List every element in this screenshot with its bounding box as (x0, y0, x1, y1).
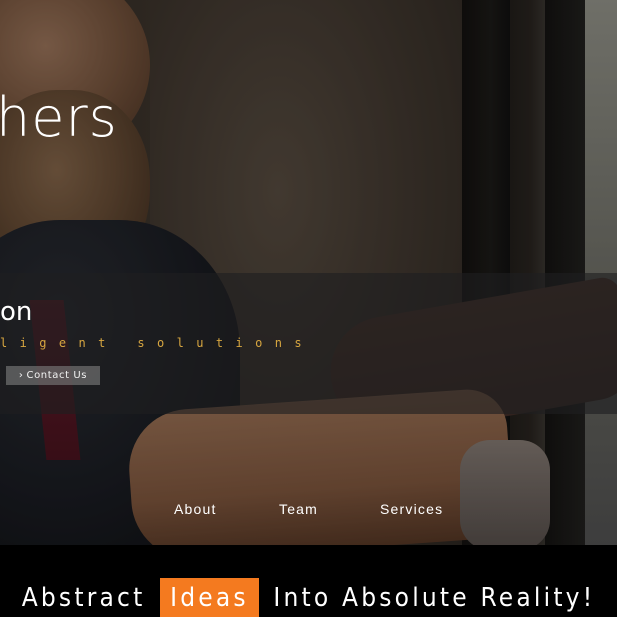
hero-tagline: ligent solutions (0, 336, 314, 350)
hero-title: on (0, 297, 33, 327)
nav-link-about[interactable]: About (174, 500, 217, 518)
slogan-heading: Abstract Ideas Into Absolute Reality! (0, 578, 617, 617)
contact-us-button[interactable]: › Contact Us (6, 366, 100, 385)
slogan-after: Into Absolute Reality! (273, 583, 596, 613)
contact-us-label: Contact Us (26, 370, 88, 381)
chevron-right-icon: › (18, 370, 24, 381)
slogan-before: Abstract (21, 583, 146, 613)
nav-link-services[interactable]: Services (380, 500, 443, 518)
page: hers on ligent solutions › Contact Us Ab… (0, 0, 617, 617)
brand-logo: hers (0, 86, 118, 149)
slogan-highlight: Ideas (160, 578, 259, 617)
nav-link-team[interactable]: Team (279, 500, 318, 518)
